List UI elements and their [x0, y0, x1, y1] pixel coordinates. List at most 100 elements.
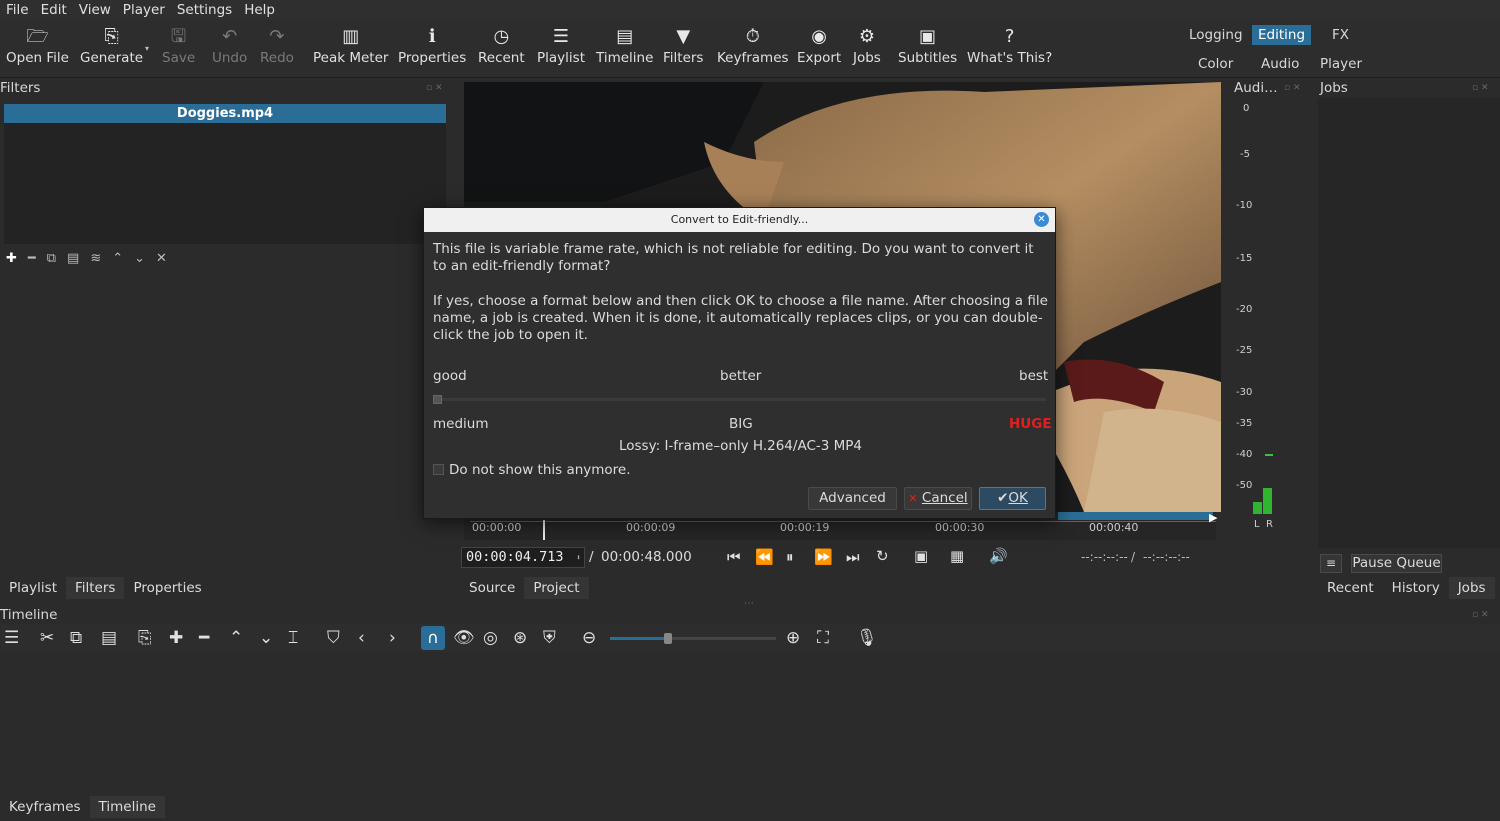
- open-file-button[interactable]: 🗁 Open File: [6, 24, 69, 66]
- export-button[interactable]: ◉ Export: [797, 24, 841, 66]
- playhead[interactable]: [543, 520, 545, 540]
- move-up-icon[interactable]: ⌃: [112, 251, 123, 266]
- advanced-button[interactable]: Advanced: [808, 487, 897, 510]
- menu-help[interactable]: Help: [238, 2, 281, 18]
- zoom-icon[interactable]: ▣: [914, 547, 928, 565]
- preset-icon[interactable]: ≋: [90, 251, 101, 266]
- paste-filter-icon[interactable]: ▤: [67, 251, 79, 266]
- save-button[interactable]: 🖫 Save: [162, 24, 195, 66]
- properties-button[interactable]: ℹ Properties: [398, 24, 466, 66]
- record-audio-icon[interactable]: 🎙: [856, 626, 878, 650]
- timeline-tracks[interactable]: [0, 652, 1500, 793]
- jobs-button[interactable]: ⚙ Jobs: [853, 24, 881, 66]
- cancel-button[interactable]: ✕ Cancel: [904, 487, 972, 510]
- tab-playlist[interactable]: Playlist: [0, 577, 66, 599]
- tab-timeline[interactable]: Timeline: [89, 796, 165, 818]
- subtitles-button[interactable]: ▣ Subtitles: [898, 24, 957, 66]
- whats-this-button[interactable]: ? What's This?: [967, 24, 1052, 66]
- snap-icon[interactable]: ∩: [421, 626, 445, 650]
- float-icon[interactable]: ▫ ✕: [426, 83, 443, 93]
- redo-button[interactable]: ↷ Redo: [260, 24, 294, 66]
- menu-file[interactable]: File: [0, 2, 35, 18]
- jobs-menu-icon[interactable]: ≡: [1320, 554, 1342, 573]
- previous-marker-icon[interactable]: ‹: [358, 626, 365, 650]
- tab-jobs[interactable]: Jobs: [1448, 577, 1495, 599]
- keyframes-button[interactable]: ⏱ Keyframes: [717, 24, 789, 66]
- ripple-icon[interactable]: ◎: [483, 626, 498, 650]
- generate-dropdown-icon[interactable]: ▾: [145, 44, 149, 53]
- skip-next-icon[interactable]: ⏭: [846, 548, 860, 566]
- timeline-button[interactable]: ▤ Timeline: [596, 24, 653, 66]
- marker-icon[interactable]: ⛉: [327, 626, 340, 650]
- ripple-markers-icon[interactable]: ⛨: [543, 626, 556, 650]
- tab-keyframes[interactable]: Keyframes: [0, 796, 90, 818]
- zoom-slider-handle[interactable]: [664, 633, 672, 644]
- cut-icon[interactable]: ✂: [40, 626, 54, 650]
- attached-filters-list[interactable]: Doggies.mp4: [4, 104, 446, 244]
- menu-player[interactable]: Player: [117, 2, 171, 18]
- dont-show-checkbox[interactable]: [433, 464, 444, 475]
- ok-button[interactable]: ✔OK: [979, 487, 1046, 510]
- layout-color[interactable]: Color: [1192, 54, 1239, 74]
- splitter-handle[interactable]: ⋯: [744, 598, 754, 609]
- format-slider-handle[interactable]: [433, 395, 442, 404]
- next-marker-icon[interactable]: ›: [389, 626, 396, 650]
- audio-float-icon[interactable]: ▫ ✕: [1284, 83, 1301, 93]
- generate-button[interactable]: ⎘ Generate: [80, 24, 143, 66]
- peak-meter-button[interactable]: ▥ Peak Meter: [313, 24, 388, 66]
- layout-audio[interactable]: Audio: [1255, 54, 1305, 74]
- jobs-list[interactable]: [1318, 98, 1500, 548]
- recent-button[interactable]: ◷ Recent: [478, 24, 525, 66]
- grid-icon[interactable]: ▦: [950, 547, 964, 565]
- ripple-delete-add-icon[interactable]: ✚: [169, 626, 183, 650]
- layout-player[interactable]: Player: [1314, 54, 1368, 74]
- zoom-slider[interactable]: [610, 633, 776, 644]
- remove-filter-icon[interactable]: ━: [28, 251, 36, 266]
- overwrite-icon[interactable]: ⌃: [229, 626, 243, 650]
- zoom-in-icon[interactable]: ⊕: [786, 626, 800, 650]
- copy-icon[interactable]: ⧉: [70, 626, 82, 650]
- timeline-float-icon[interactable]: ▫ ✕: [1472, 610, 1489, 620]
- tab-recent[interactable]: Recent: [1318, 577, 1383, 599]
- split-icon[interactable]: ⌶: [288, 626, 298, 650]
- spin-arrows-icon[interactable]: ⬍: [576, 548, 581, 567]
- deselect-icon[interactable]: ✕: [156, 251, 167, 266]
- pause-icon[interactable]: ⏸: [786, 548, 794, 566]
- zoom-fit-icon[interactable]: ⛶: [817, 626, 829, 650]
- position-timecode[interactable]: 00:00:04.713 ⬍: [461, 547, 585, 568]
- tab-source[interactable]: Source: [460, 577, 524, 599]
- menu-view[interactable]: View: [73, 2, 117, 18]
- skip-previous-icon[interactable]: ⏮: [727, 548, 741, 566]
- append-icon[interactable]: ⎘: [138, 626, 152, 650]
- timeline-menu-icon[interactable]: ☰: [4, 626, 19, 650]
- undo-button[interactable]: ↶ Undo: [212, 24, 247, 66]
- scrub-icon[interactable]: 👁: [453, 626, 475, 650]
- jobs-float-icon[interactable]: ▫ ✕: [1472, 83, 1489, 93]
- layout-logging[interactable]: Logging: [1183, 25, 1249, 45]
- tab-properties[interactable]: Properties: [124, 577, 210, 599]
- lift-icon[interactable]: ━: [199, 626, 209, 650]
- paste-icon[interactable]: ▤: [101, 626, 117, 650]
- move-down-icon[interactable]: ⌄: [134, 251, 145, 266]
- menu-edit[interactable]: Edit: [35, 2, 73, 18]
- ripple-all-icon[interactable]: ⊛: [513, 626, 527, 650]
- pause-queue-button[interactable]: Pause Queue: [1351, 554, 1442, 573]
- insert-icon[interactable]: ⌄: [259, 626, 273, 650]
- rewind-icon[interactable]: ⏪: [755, 548, 774, 566]
- close-icon[interactable]: ✕: [1034, 212, 1049, 227]
- format-slider[interactable]: [433, 395, 1046, 404]
- zoom-out-icon[interactable]: ⊖: [582, 626, 596, 650]
- playlist-button[interactable]: ☰ Playlist: [537, 24, 585, 66]
- add-filter-icon[interactable]: ✚: [6, 251, 17, 266]
- volume-icon[interactable]: 🔊: [989, 547, 1008, 565]
- layout-editing[interactable]: Editing: [1252, 25, 1312, 45]
- fast-forward-icon[interactable]: ⏩: [814, 548, 833, 566]
- tab-history[interactable]: History: [1383, 577, 1449, 599]
- tab-project[interactable]: Project: [524, 577, 589, 599]
- filters-button[interactable]: ▼ Filters: [663, 24, 703, 66]
- menu-settings[interactable]: Settings: [171, 2, 238, 18]
- layout-fx[interactable]: FX: [1326, 25, 1355, 45]
- copy-filter-icon[interactable]: ⧉: [47, 251, 56, 266]
- tab-filters[interactable]: Filters: [65, 577, 125, 599]
- loop-icon[interactable]: ↻: [876, 547, 889, 565]
